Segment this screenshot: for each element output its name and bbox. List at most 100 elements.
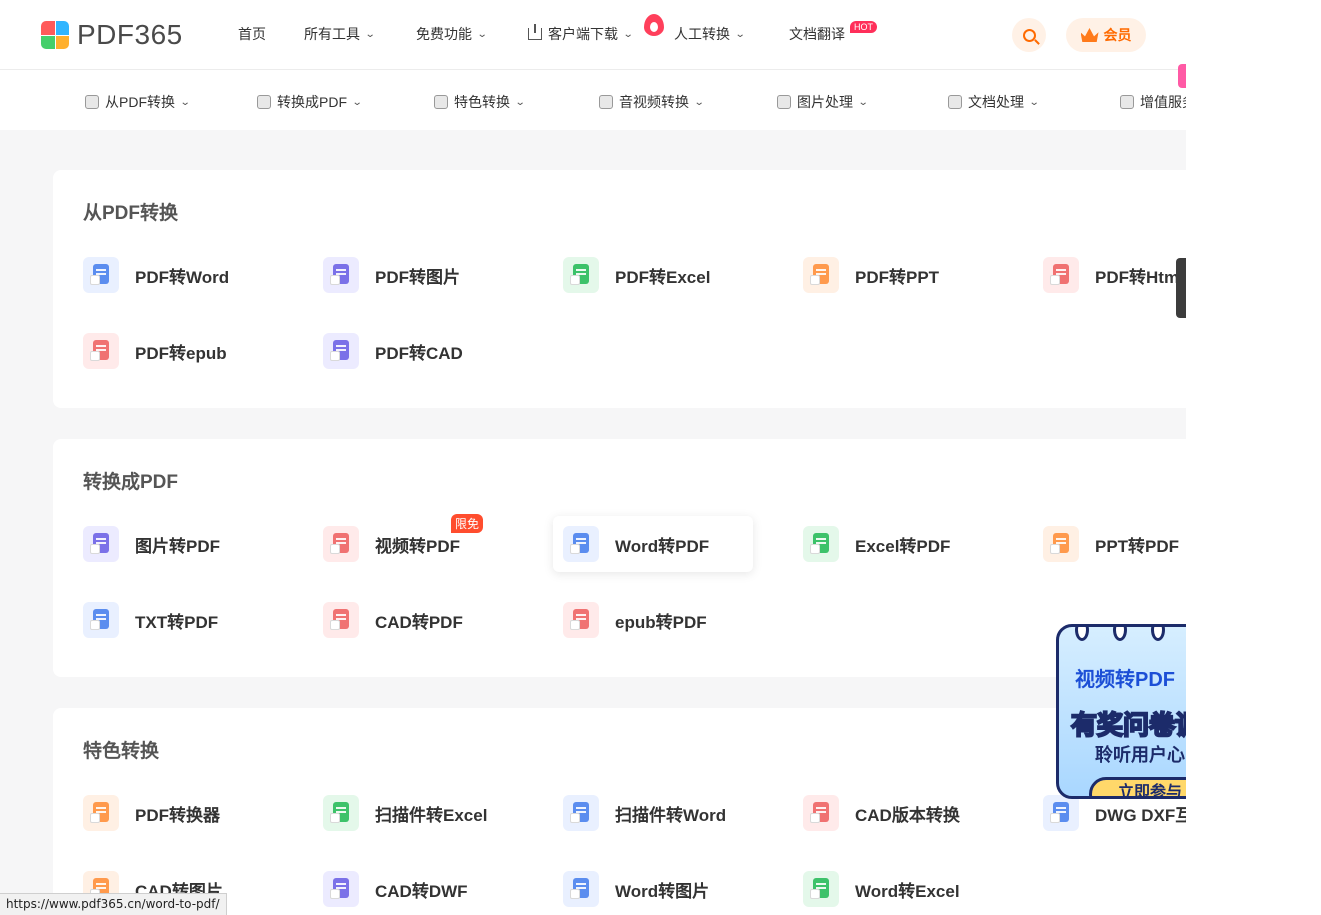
tool-label: epub转PDF bbox=[615, 612, 707, 632]
video-icon bbox=[599, 95, 613, 109]
nav-doc-translate-label: 文档翻译 bbox=[789, 26, 845, 42]
subnav-image[interactable]: 图片处理 ⌄ bbox=[777, 92, 869, 112]
subnav-label: 从PDF转换 bbox=[105, 94, 175, 110]
nav-client-download[interactable]: 客户端下载 ⌄ bbox=[528, 24, 634, 44]
tool-label: Excel转PDF bbox=[855, 536, 951, 556]
nav-manual-convert-label: 人工转换 bbox=[674, 26, 730, 42]
tool-scan-to-word[interactable]: 扫描件转Word bbox=[563, 785, 763, 841]
hot-badge: HOT bbox=[850, 21, 877, 33]
tool-label: CAD转DWF bbox=[375, 881, 468, 901]
nav-doc-translate[interactable]: 文档翻译 bbox=[789, 24, 845, 44]
logo[interactable]: PDF365 bbox=[41, 19, 183, 50]
excel-file-icon bbox=[803, 871, 839, 907]
tool-label: CAD转PDF bbox=[375, 612, 463, 632]
tool-pdf-to-cad[interactable]: PDF转CAD bbox=[323, 323, 523, 379]
word-file-icon bbox=[563, 526, 599, 562]
tool-pdf-to-image[interactable]: PDF转图片 bbox=[323, 247, 523, 303]
tool-word-to-image[interactable]: Word转图片 bbox=[563, 861, 763, 915]
promo-line-2: 有奖问卷调 bbox=[1070, 709, 1186, 741]
image-file-icon bbox=[563, 871, 599, 907]
tool-pdf-to-epub[interactable]: PDF转epub bbox=[83, 323, 283, 379]
tool-label: Word转PDF bbox=[615, 536, 710, 556]
tool-pdf-to-ppt[interactable]: PDF转PPT bbox=[803, 247, 1003, 303]
chevron-down-icon: ⌄ bbox=[857, 96, 869, 108]
tool-label: PDF转epub bbox=[135, 343, 227, 363]
nav-client-download-label: 客户端下载 bbox=[548, 26, 618, 42]
section-title: 转换成PDF bbox=[83, 472, 179, 493]
tool-pdf-to-html[interactable]: PDF转Html bbox=[1043, 247, 1186, 303]
subnav-from-pdf[interactable]: 从PDF转换 ⌄ bbox=[85, 92, 191, 112]
tool-ppt-to-pdf[interactable]: PPT转PDF bbox=[1043, 516, 1186, 572]
join-now-button[interactable]: 立即参与 bbox=[1089, 777, 1186, 796]
nav-free-features-label: 免费功能 bbox=[416, 26, 472, 42]
ring-icon bbox=[1075, 627, 1089, 641]
tool-pdf-converter[interactable]: PDF转换器 bbox=[83, 785, 283, 841]
convert-icon bbox=[257, 95, 271, 109]
tool-word-to-pdf[interactable]: Word转PDF bbox=[553, 516, 753, 572]
survey-promo-card[interactable]: 视频转PDF 有奖问卷调 聆听用户心 立即参与 bbox=[1056, 624, 1186, 799]
chevron-down-icon: ⌄ bbox=[179, 96, 191, 108]
download-icon bbox=[528, 24, 542, 40]
tool-pdf-to-excel[interactable]: PDF转Excel bbox=[563, 247, 763, 303]
subnav-label: 增值服务 bbox=[1140, 94, 1186, 110]
top-header: PDF365 首页 所有工具 ⌄ 免费功能 ⌄ 客户端下载 ⌄ 人工转换 ⌄ 文… bbox=[0, 0, 1186, 70]
nav-home[interactable]: 首页 bbox=[238, 24, 266, 44]
category-nav: 从PDF转换 ⌄ 转换成PDF ⌄ 特色转换 ⌄ 音视频转换 ⌄ 图片处理 ⌄ … bbox=[0, 70, 1186, 130]
nav-all-tools[interactable]: 所有工具 ⌄ bbox=[304, 24, 376, 44]
converter-icon bbox=[83, 795, 119, 831]
excel-file-icon bbox=[563, 257, 599, 293]
dwf-file-icon bbox=[323, 871, 359, 907]
tool-pdf-to-word[interactable]: PDF转Word bbox=[83, 247, 283, 303]
subnav-label: 音视频转换 bbox=[619, 94, 689, 110]
tool-label: 扫描件转Word bbox=[615, 805, 727, 825]
promo-line-3: 聆听用户心 bbox=[1095, 745, 1185, 765]
excel-file-icon bbox=[323, 795, 359, 831]
section-title: 从PDF转换 bbox=[83, 203, 179, 224]
tool-excel-to-pdf[interactable]: Excel转PDF bbox=[803, 516, 1003, 572]
tool-epub-to-pdf[interactable]: epub转PDF bbox=[563, 592, 763, 648]
tool-image-to-pdf[interactable]: 图片转PDF bbox=[83, 516, 283, 572]
cad-file-icon bbox=[803, 795, 839, 831]
side-widget[interactable] bbox=[1176, 258, 1186, 318]
side-tab[interactable] bbox=[1178, 64, 1186, 88]
search-button[interactable] bbox=[1012, 18, 1046, 52]
subnav-av[interactable]: 音视频转换 ⌄ bbox=[599, 92, 705, 112]
tool-label: 扫描件转Excel bbox=[375, 805, 488, 825]
tool-label: PDF转换器 bbox=[135, 805, 220, 825]
tool-label: PDF转图片 bbox=[375, 267, 460, 287]
dwg-file-icon bbox=[1043, 795, 1079, 831]
tool-scan-to-excel[interactable]: 扫描件转Excel bbox=[323, 785, 523, 841]
ppt-file-icon bbox=[803, 257, 839, 293]
vip-label: 会员 bbox=[1103, 27, 1132, 43]
tool-video-to-pdf[interactable]: 视频转PDF 限免 bbox=[323, 514, 523, 572]
logo-text: PDF365 bbox=[77, 19, 183, 50]
chevron-down-icon: ⌄ bbox=[693, 96, 705, 108]
section-from-pdf: 从PDF转换 PDF转Word PDF转图片 PDF转Excel PDF转PPT… bbox=[53, 170, 1186, 408]
tool-label: Word转Excel bbox=[855, 881, 960, 901]
nav-all-tools-label: 所有工具 bbox=[304, 26, 360, 42]
vip-button[interactable]: 会员 bbox=[1066, 18, 1146, 52]
subnav-to-pdf[interactable]: 转换成PDF ⌄ bbox=[257, 92, 363, 112]
tool-word-to-excel[interactable]: Word转Excel bbox=[803, 861, 1003, 915]
tool-cad-version[interactable]: CAD版本转换 bbox=[803, 785, 1003, 841]
tool-cad-to-dwf[interactable]: CAD转DWF bbox=[323, 861, 523, 915]
subnav-doc[interactable]: 文档处理 ⌄ bbox=[948, 92, 1040, 112]
tool-label: PDF转Html bbox=[1095, 267, 1184, 287]
chevron-down-icon: ⌄ bbox=[622, 28, 634, 40]
document-icon bbox=[948, 95, 962, 109]
tool-label: DWG DXF互 bbox=[1095, 805, 1186, 825]
tool-txt-to-pdf[interactable]: TXT转PDF bbox=[83, 592, 283, 648]
video-file-icon bbox=[323, 526, 359, 562]
nav-home-label: 首页 bbox=[238, 26, 266, 42]
subnav-special[interactable]: 特色转换 ⌄ bbox=[434, 92, 526, 112]
limited-free-badge: 限免 bbox=[451, 514, 484, 533]
nav-free-features[interactable]: 免费功能 ⌄ bbox=[416, 24, 488, 44]
nav-manual-convert[interactable]: 人工转换 ⌄ bbox=[674, 24, 746, 44]
subnav-value-added[interactable]: 增值服务 bbox=[1120, 92, 1186, 112]
ppt-file-icon bbox=[1043, 526, 1079, 562]
logo-icon bbox=[41, 21, 69, 49]
tool-label: PPT转PDF bbox=[1095, 536, 1180, 556]
tool-cad-to-pdf[interactable]: CAD转PDF bbox=[323, 592, 523, 648]
chevron-down-icon: ⌄ bbox=[1028, 96, 1040, 108]
html-file-icon bbox=[1043, 257, 1079, 293]
